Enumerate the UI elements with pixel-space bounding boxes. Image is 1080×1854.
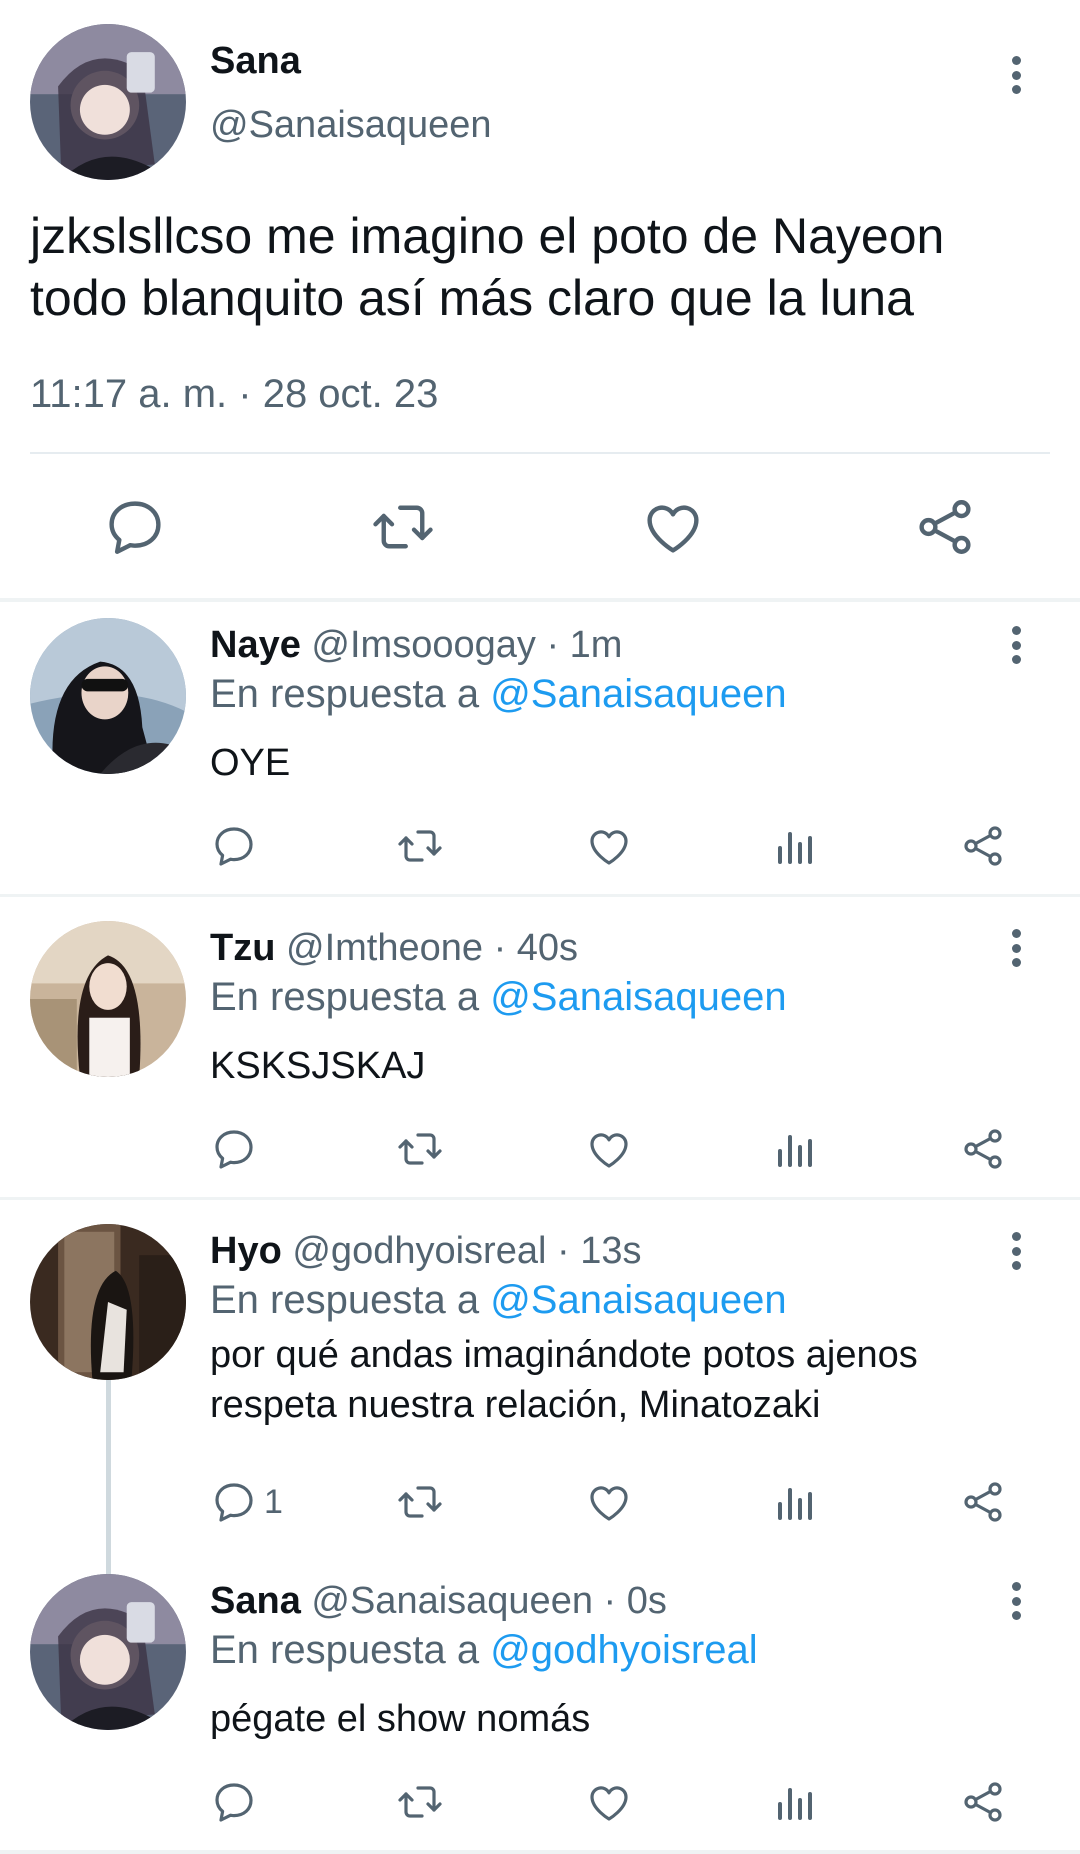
like-button[interactable] xyxy=(585,822,633,870)
tweet-time: · 40s xyxy=(493,927,579,969)
reply-icon xyxy=(215,827,253,866)
avatar[interactable] xyxy=(30,1574,186,1730)
tweet-text: por qué andas imaginándote potos ajenos … xyxy=(210,1334,918,1426)
tweet-text: KSKSJSKAJ xyxy=(210,1045,426,1087)
reply-icon xyxy=(109,501,161,554)
retweet-button[interactable] xyxy=(370,494,436,560)
more-options-icon[interactable] xyxy=(1001,1576,1031,1626)
author-name[interactable]: Hyo xyxy=(210,1230,282,1272)
like-button[interactable] xyxy=(585,1778,633,1826)
mention-link[interactable]: @Sanaisaqueen xyxy=(490,672,786,716)
in-reply-label: En respuesta a xyxy=(210,1278,480,1322)
views-button[interactable] xyxy=(772,1478,820,1526)
main-tweet: Sana @Sanaisaqueen jzkslsllcso me imagin… xyxy=(0,0,1080,600)
in-reply-label: En respuesta a xyxy=(210,672,480,716)
reply-icon xyxy=(215,1483,253,1522)
share-icon xyxy=(964,826,1002,866)
author-handle[interactable]: @Sanaisaqueen xyxy=(311,1580,593,1622)
views-button[interactable] xyxy=(772,822,820,870)
views-chart-icon xyxy=(778,832,812,864)
views-chart-icon xyxy=(778,1488,812,1520)
views-button[interactable] xyxy=(772,1778,820,1826)
reply-tweet[interactable]: Sana @Sanaisaqueen · 0s En respuesta a @… xyxy=(0,1550,1080,1854)
in-reply-label: En respuesta a xyxy=(210,1628,480,1672)
share-button[interactable] xyxy=(959,1478,1007,1526)
more-options-icon[interactable] xyxy=(1001,1226,1031,1276)
heart-icon xyxy=(590,1133,628,1168)
views-chart-icon xyxy=(778,1788,812,1820)
section-divider xyxy=(0,1850,1080,1854)
reply-icon xyxy=(215,1783,253,1822)
in-reply-label: En respuesta a xyxy=(210,975,480,1019)
reply-tweet[interactable]: Naye @Imsooogay · 1m En respuesta a @San… xyxy=(0,600,1080,896)
reply-count: 1 xyxy=(264,1482,283,1521)
like-button[interactable] xyxy=(640,494,706,560)
reply-tweet[interactable]: Tzu @Imtheone · 40s En respuesta a @Sana… xyxy=(0,897,1080,1199)
share-icon xyxy=(919,500,971,554)
share-button[interactable] xyxy=(959,1125,1007,1173)
retweet-button[interactable] xyxy=(396,1478,444,1526)
avatar[interactable] xyxy=(30,921,186,1077)
mention-link[interactable]: @godhyoisreal xyxy=(490,1628,757,1672)
share-button[interactable] xyxy=(912,494,978,560)
avatar[interactable] xyxy=(30,1224,186,1380)
share-icon xyxy=(964,1129,1002,1169)
author-handle[interactable]: @Sanaisaqueen xyxy=(210,104,492,147)
mention-link[interactable]: @Sanaisaqueen xyxy=(490,975,786,1019)
tweet-time: · 0s xyxy=(603,1580,667,1622)
heart-icon xyxy=(590,1486,628,1521)
avatar[interactable] xyxy=(30,24,186,180)
avatar[interactable] xyxy=(30,618,186,774)
tweet-text: pégate el show nomás xyxy=(210,1698,591,1740)
author-name[interactable]: Sana xyxy=(210,40,301,83)
reply-tweet[interactable]: Hyo @godhyoisreal · 13s En respuesta a @… xyxy=(0,1200,1080,1550)
more-options-icon[interactable] xyxy=(1001,923,1031,973)
share-button[interactable] xyxy=(959,822,1007,870)
divider xyxy=(30,452,1050,454)
retweet-button[interactable] xyxy=(396,822,444,870)
tweet-timestamp[interactable]: 11:17 a. m. · 28 oct. 23 xyxy=(30,372,438,417)
share-icon xyxy=(964,1782,1002,1822)
heart-icon xyxy=(590,830,628,865)
heart-icon xyxy=(590,1786,628,1821)
retweet-button[interactable] xyxy=(396,1778,444,1826)
author-name[interactable]: Naye xyxy=(210,624,301,666)
like-button[interactable] xyxy=(585,1478,633,1526)
tweet-time: · 13s xyxy=(556,1230,642,1272)
author-handle[interactable]: @Imtheone xyxy=(286,927,483,969)
retweet-icon xyxy=(398,1133,442,1165)
like-button[interactable] xyxy=(585,1125,633,1173)
tweet-text: OYE xyxy=(210,742,291,784)
retweet-button[interactable] xyxy=(396,1125,444,1173)
retweet-icon xyxy=(398,1486,442,1518)
retweet-icon xyxy=(373,505,433,549)
reply-button[interactable] xyxy=(210,822,264,870)
share-icon xyxy=(964,1482,1002,1522)
author-name[interactable]: Tzu xyxy=(210,927,275,969)
reply-button[interactable] xyxy=(210,1778,264,1826)
retweet-icon xyxy=(398,1786,442,1818)
reply-icon xyxy=(215,1130,253,1169)
tweet-text: jzkslsllcso me imagino el poto de Nayeon… xyxy=(30,208,945,326)
more-options-icon[interactable] xyxy=(1001,50,1031,100)
tweet-time: · 1m xyxy=(546,624,623,666)
views-chart-icon xyxy=(778,1135,812,1167)
reply-button[interactable] xyxy=(102,494,168,560)
reply-button[interactable] xyxy=(210,1125,264,1173)
author-name[interactable]: Sana xyxy=(210,1580,301,1622)
share-button[interactable] xyxy=(959,1778,1007,1826)
heart-icon xyxy=(647,505,699,553)
views-button[interactable] xyxy=(772,1125,820,1173)
mention-link[interactable]: @Sanaisaqueen xyxy=(490,1278,786,1322)
reply-button[interactable]: 1 xyxy=(210,1478,283,1526)
author-handle[interactable]: @godhyoisreal xyxy=(292,1230,546,1272)
more-options-icon[interactable] xyxy=(1001,620,1031,670)
author-handle[interactable]: @Imsooogay xyxy=(311,624,535,666)
retweet-icon xyxy=(398,830,442,862)
